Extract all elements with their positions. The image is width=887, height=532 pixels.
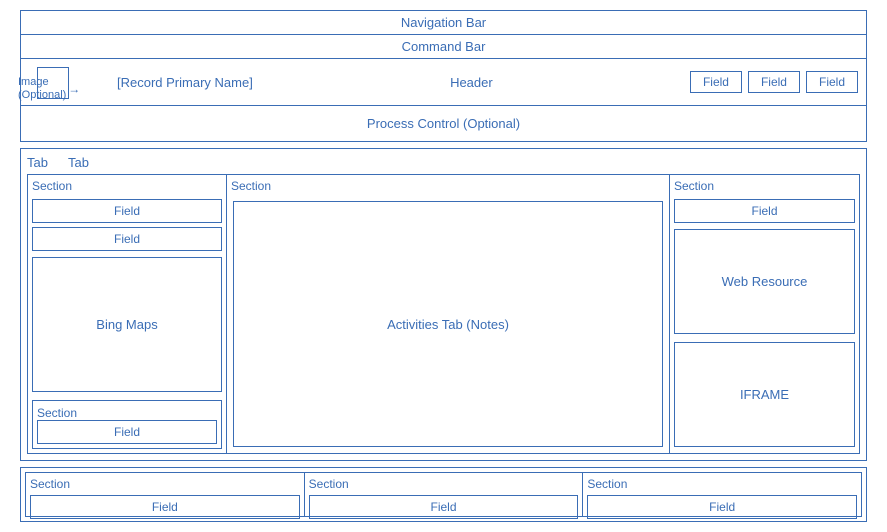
tab-column-3: Section Field Web Resource IFRAME <box>670 174 860 454</box>
col3-section-label: Section <box>674 179 855 193</box>
bottom-col1-label: Section <box>30 477 300 491</box>
image-box <box>37 67 69 99</box>
header-field-3[interactable]: Field <box>806 71 858 93</box>
bottom-col3-field[interactable]: Field <box>587 495 857 519</box>
tab-2-label[interactable]: Tab <box>68 155 89 170</box>
col2-section-label: Section <box>231 179 665 193</box>
col1-section1-label: Section <box>32 179 222 193</box>
col1-section2: Section Field <box>32 400 222 449</box>
command-bar: Command Bar <box>20 35 867 59</box>
bottom-col-1: Section Field <box>25 472 305 517</box>
header-fields: Field Field Field <box>690 71 858 93</box>
tab-column-2: Section Activities Tab (Notes) <box>227 174 670 454</box>
col1-field-3[interactable]: Field <box>37 420 217 444</box>
bottom-col-2: Section Field <box>305 472 584 517</box>
bottom-col2-field[interactable]: Field <box>309 495 579 519</box>
col1-field-1[interactable]: Field <box>32 199 222 223</box>
tab-1-label[interactable]: Tab <box>27 155 48 170</box>
web-resource: Web Resource <box>674 229 855 334</box>
record-primary-name: [Record Primary Name] <box>117 75 253 90</box>
bing-maps: Bing Maps <box>32 257 222 392</box>
header-field-2[interactable]: Field <box>748 71 800 93</box>
activities-tab: Activities Tab (Notes) <box>233 201 663 447</box>
tab-labels: Tab Tab <box>27 155 860 170</box>
tab-column-1: Section Field Field Bing Maps Section Fi… <box>27 174 227 454</box>
bottom-col-3: Section Field <box>583 472 862 517</box>
tab-columns: Section Field Field Bing Maps Section Fi… <box>27 174 860 454</box>
bottom-col3-label: Section <box>587 477 857 491</box>
bottom-col2-label: Section <box>309 477 579 491</box>
header-label: Header <box>261 75 682 90</box>
col1-field-2[interactable]: Field <box>32 227 222 251</box>
bottom-col1-field[interactable]: Field <box>30 495 300 519</box>
bottom-sections: Section Field Section Field Section Fiel… <box>20 467 867 522</box>
tabs-section: Tab Tab Section Field Field Bing Maps Se… <box>20 148 867 461</box>
process-control: Process Control (Optional) <box>20 106 867 142</box>
header-field-1[interactable]: Field <box>690 71 742 93</box>
col1-section2-label: Section <box>37 406 77 420</box>
col3-field-1[interactable]: Field <box>674 199 855 223</box>
iframe-box: IFRAME <box>674 342 855 447</box>
header-row: [Record Primary Name] Header Field Field… <box>20 59 867 106</box>
navigation-bar: Navigation Bar <box>20 10 867 35</box>
